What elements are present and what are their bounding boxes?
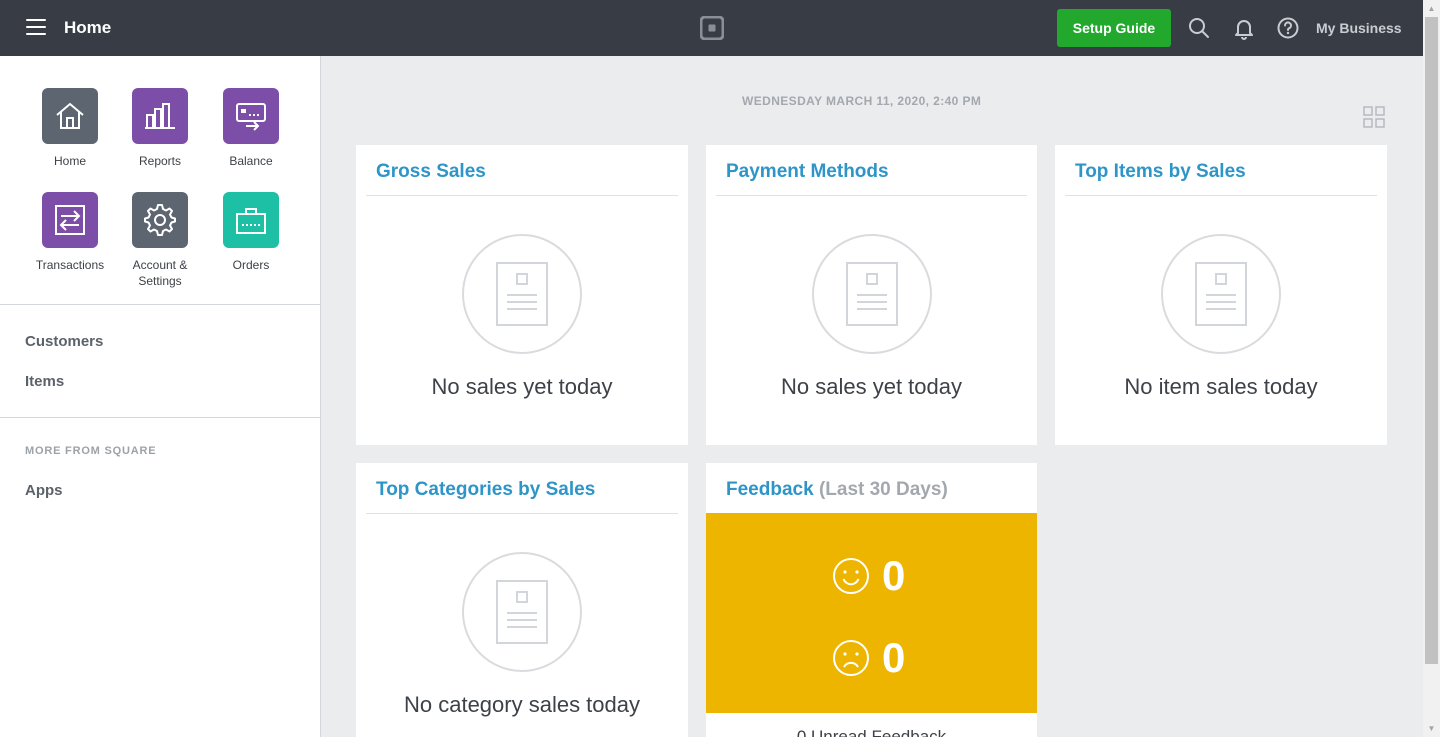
card-title[interactable]: Top Items by Sales	[1075, 161, 1246, 183]
setup-guide-button[interactable]: Setup Guide	[1057, 9, 1171, 47]
sidebar-divider	[0, 417, 320, 418]
sidebar-item-customers[interactable]: Customers	[25, 333, 103, 350]
top-categories-card: Top Categories by Sales No category sale…	[356, 463, 688, 737]
card-divider	[716, 195, 1027, 196]
card-title[interactable]: Top Categories by Sales	[376, 479, 595, 501]
app-transactions[interactable]: Transactions	[25, 192, 115, 273]
frown-icon	[833, 640, 869, 676]
app-label: Orders	[232, 258, 270, 272]
positive-count: 0	[882, 552, 906, 599]
top-items-card: Top Items by Sales No item sales today	[1055, 145, 1387, 445]
top-bar: Home Setup Guide My Business	[0, 0, 1423, 56]
scroll-thumb[interactable]	[1425, 17, 1438, 664]
app-balance[interactable]: Balance	[206, 88, 296, 169]
arrows-icon	[42, 192, 98, 248]
menu-icon[interactable]	[26, 19, 46, 37]
sidebar: Home Reports Balance Transactions Accoun…	[0, 56, 321, 737]
app-label: Balance	[229, 154, 273, 168]
empty-receipt-illustration	[1161, 234, 1281, 354]
sidebar-section-title: MORE FROM SQUARE	[25, 445, 157, 457]
app-account-settings[interactable]: Account & Settings	[115, 192, 205, 289]
unread-feedback-link[interactable]: 0 Unread Feedback	[706, 727, 1037, 737]
bar-chart-icon	[132, 88, 188, 144]
empty-state-text: No sales yet today	[781, 374, 962, 399]
card-title[interactable]: Payment Methods	[726, 161, 889, 183]
feedback-card: Feedback (Last 30 Days) 0 0 0 Unread Fee…	[706, 463, 1037, 737]
app-label: Transactions	[35, 258, 105, 272]
house-icon	[42, 88, 98, 144]
empty-receipt-illustration	[462, 552, 582, 672]
empty-state-text: No sales yet today	[431, 374, 613, 399]
help-icon[interactable]	[1276, 16, 1300, 40]
app-orders[interactable]: Orders	[206, 192, 296, 273]
grid-layout-icon[interactable]	[1362, 105, 1386, 129]
gear-icon	[132, 192, 188, 248]
card-title[interactable]: Feedback (Last 30 Days)	[726, 479, 948, 501]
receipt-icon	[845, 262, 898, 326]
empty-state-text: No item sales today	[1124, 374, 1318, 399]
receipt-icon	[496, 262, 548, 326]
empty-state-text: No category sales today	[403, 692, 641, 717]
shopping-bag-icon	[223, 192, 279, 248]
receipt-icon	[1195, 262, 1247, 326]
payment-methods-card: Payment Methods No sales yet today	[706, 145, 1037, 445]
square-logo-icon[interactable]	[700, 16, 724, 40]
sidebar-item-items[interactable]: Items	[25, 373, 64, 390]
scroll-up-icon[interactable]: ▲	[1423, 0, 1440, 17]
negative-feedback: 0	[832, 634, 905, 682]
my-business-link[interactable]: My Business	[1316, 20, 1402, 36]
card-divider	[366, 195, 678, 196]
sidebar-item-apps[interactable]: Apps	[25, 482, 63, 499]
empty-receipt-illustration	[462, 234, 582, 354]
card-divider	[1065, 195, 1377, 196]
app-label: Home	[53, 154, 86, 168]
app-label: Reports	[138, 154, 182, 168]
sidebar-divider	[0, 304, 320, 305]
search-icon[interactable]	[1187, 16, 1211, 40]
card-title[interactable]: Gross Sales	[376, 161, 486, 183]
app-reports[interactable]: Reports	[115, 88, 205, 169]
receipt-icon	[496, 580, 548, 644]
card-subtitle: (Last 30 Days)	[818, 479, 948, 500]
feedback-panel: 0 0	[706, 513, 1037, 713]
app-home[interactable]: Home	[25, 88, 115, 169]
scroll-down-icon[interactable]: ▼	[1423, 720, 1440, 737]
positive-feedback: 0	[832, 552, 905, 600]
page-title: Home	[64, 18, 112, 37]
empty-receipt-illustration	[811, 234, 932, 354]
gross-sales-card: Gross Sales No sales yet today	[356, 145, 688, 445]
app-label: Account & Settings	[132, 258, 188, 288]
bell-icon[interactable]	[1232, 16, 1256, 40]
balance-transfer-icon	[223, 88, 279, 144]
card-divider	[366, 513, 678, 514]
negative-count: 0	[882, 634, 906, 681]
smile-icon	[833, 558, 869, 594]
page-scrollbar[interactable]: ▲ ▼	[1423, 0, 1440, 737]
date-timestamp: WEDNESDAY MARCH 11, 2020, 2:40 PM	[742, 94, 982, 108]
